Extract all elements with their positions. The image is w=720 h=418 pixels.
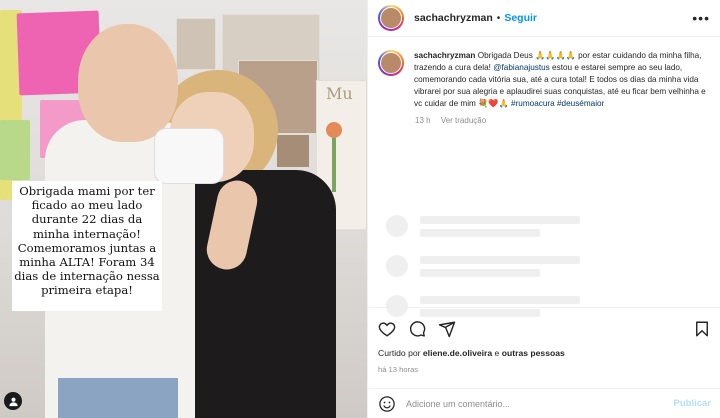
add-comment-bar: Publicar	[368, 388, 720, 418]
comment-icon	[409, 321, 426, 337]
caption-meta: 13 h Ver tradução	[415, 116, 710, 125]
other-likers-link[interactable]: outras pessoas	[502, 348, 565, 358]
liker-username[interactable]: eliene.de.oliveira	[423, 348, 492, 358]
daughter-head	[78, 24, 178, 142]
flower-drawing	[326, 122, 342, 138]
share-button[interactable]	[438, 320, 456, 338]
like-button[interactable]	[378, 320, 396, 338]
likes-prefix: Curtido por	[378, 348, 423, 358]
comment-input[interactable]	[406, 398, 674, 409]
comment-button[interactable]	[408, 320, 426, 338]
caption-username[interactable]: sachachryzman	[414, 51, 475, 60]
caption-avatar[interactable]	[378, 50, 404, 76]
loading-comment-placeholder	[386, 255, 580, 277]
hashtag-link[interactable]: #rumoacura	[511, 99, 555, 108]
action-icons	[378, 318, 711, 340]
caption-mention[interactable]: @fabianajustus	[493, 63, 550, 72]
caption: sachachryzman Obrigada Deus 🙏🙏🙏🙏 por est…	[378, 50, 710, 110]
wall-drawing	[0, 120, 30, 180]
photo-overlay-text: Obrigada mami por ter ficado ao meu lado…	[12, 181, 162, 311]
jeans	[58, 378, 178, 418]
separator-dot: •	[496, 12, 501, 24]
wall-photo	[276, 134, 310, 168]
post-timestamp[interactable]: há 13 horas	[378, 365, 711, 374]
caption-text: sachachryzman Obrigada Deus 🙏🙏🙏🙏 por est…	[414, 50, 709, 110]
share-icon	[438, 321, 456, 338]
comments-section: sachachryzman Obrigada Deus 🙏🙏🙏🙏 por est…	[368, 37, 720, 317]
emoji-button[interactable]	[378, 395, 396, 413]
bookmark-icon	[696, 321, 708, 337]
post-actions: Curtido por eliene.de.oliveira e outras …	[368, 307, 720, 374]
loading-comment-placeholder	[386, 215, 580, 237]
post-photo[interactable]: Mu Obrigada mami por ter ficado ao meu l…	[0, 0, 367, 418]
tagged-users-button[interactable]	[4, 392, 22, 410]
user-icon	[8, 397, 18, 406]
post-panel: sachachryzman • Seguir ••• sachachryzman…	[367, 0, 720, 418]
post-header: sachachryzman • Seguir •••	[368, 0, 720, 37]
follow-button[interactable]: Seguir	[504, 12, 537, 24]
author-username[interactable]: sachachryzman	[414, 12, 493, 24]
save-button[interactable]	[693, 320, 711, 338]
hashtag-link[interactable]: #deusémaior	[557, 99, 604, 108]
more-options-icon[interactable]: •••	[692, 10, 710, 26]
likes-joiner: e	[492, 348, 502, 358]
publish-button[interactable]: Publicar	[674, 398, 712, 409]
emoji-icon	[379, 395, 395, 412]
wall-poster-text: Mu	[326, 84, 353, 103]
see-translation-link[interactable]: Ver tradução	[441, 116, 486, 125]
face-mask	[154, 128, 224, 184]
wall-photo	[176, 18, 216, 70]
author-avatar[interactable]	[378, 5, 404, 31]
flower-drawing	[332, 132, 336, 192]
heart-icon	[378, 322, 396, 337]
likes-summary: Curtido por eliene.de.oliveira e outras …	[378, 348, 711, 358]
caption-time: 13 h	[415, 116, 431, 125]
